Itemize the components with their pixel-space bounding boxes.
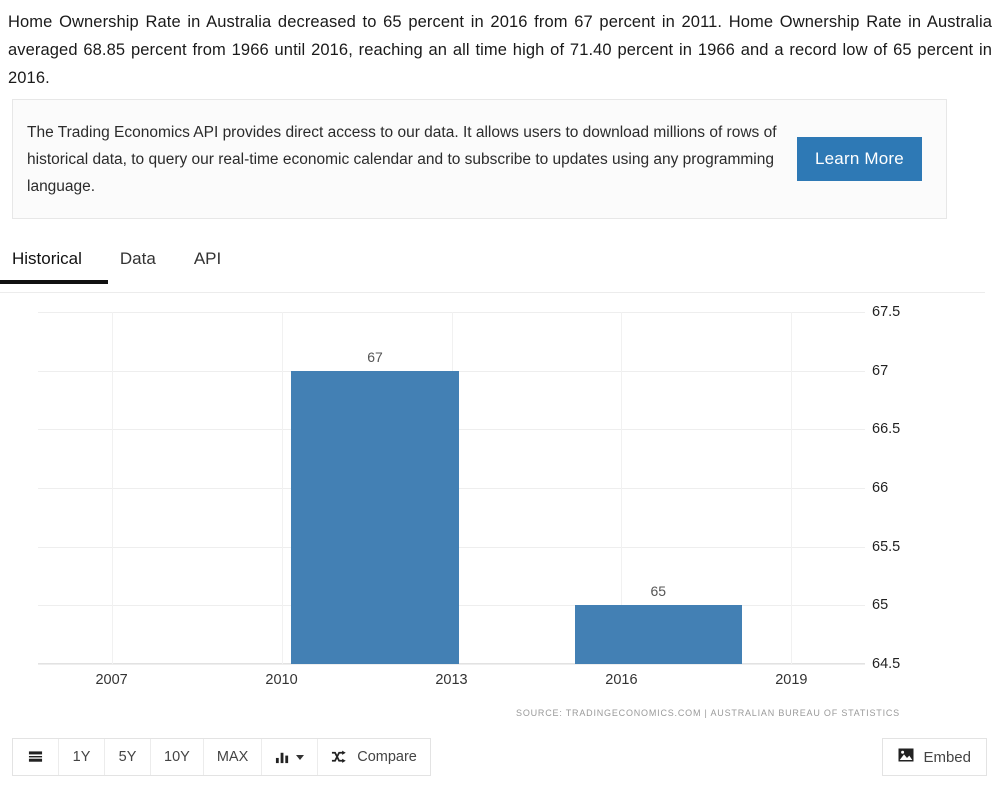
range-5y-button[interactable]: 5Y <box>105 739 151 775</box>
x-axis-tick-label: 2016 <box>605 672 638 688</box>
compare-button[interactable]: Compare <box>318 739 430 775</box>
compare-label: Compare <box>357 749 417 765</box>
range-max-button[interactable]: MAX <box>203 739 263 775</box>
chart-type-dropdown[interactable] <box>262 739 319 775</box>
image-icon <box>898 748 914 766</box>
bar-value-label: 67 <box>367 348 383 365</box>
y-axis-tick-label: 67.5 <box>872 304 901 320</box>
y-axis-tick-label: 65 <box>872 597 889 614</box>
bar-value-label: 65 <box>650 583 667 600</box>
y-axis-tick-label: 67 <box>872 362 889 379</box>
gridline-vertical <box>281 312 283 664</box>
gridline-horizontal <box>38 664 865 665</box>
intro-paragraph: Home Ownership Rate in Australia decreas… <box>8 13 992 87</box>
list-view-button[interactable] <box>13 739 59 775</box>
range-1y-button[interactable]: 1Y <box>59 739 105 775</box>
tab-bar: Historical Data API <box>0 243 985 293</box>
chevron-down-icon <box>296 754 305 760</box>
y-axis-tick-label: 64.5 <box>872 656 901 672</box>
x-axis-tick-label: 2010 <box>265 672 298 688</box>
embed-label: Embed <box>923 748 971 766</box>
api-promo-banner: The Trading Economics API provides direc… <box>12 99 947 219</box>
gridline-vertical <box>111 312 113 664</box>
tab-api[interactable]: API <box>192 243 235 283</box>
bar-chart-icon <box>275 750 290 764</box>
chart-source-note: SOURCE: TRADINGECONOMICS.COM | AUSTRALIA… <box>516 708 900 718</box>
y-axis-tick-label: 66.5 <box>872 421 901 438</box>
x-axis-tick-label: 2007 <box>95 672 128 688</box>
chart-bar[interactable] <box>574 605 742 664</box>
embed-button[interactable]: Embed <box>882 738 987 776</box>
x-axis-tick-label: 2019 <box>775 672 808 688</box>
learn-more-button[interactable]: Learn More <box>797 137 922 181</box>
y-axis-tick-label: 65.5 <box>872 538 901 555</box>
api-promo-text: The Trading Economics API provides direc… <box>27 123 777 195</box>
x-axis-tick-label: 2013 <box>435 672 468 688</box>
range-10y-button[interactable]: 10Y <box>151 739 204 775</box>
chart-plot-area[interactable]: 67 65 <box>38 312 865 665</box>
chart-toolbar: 1Y 5Y 10Y MAX Compare <box>12 738 431 776</box>
list-icon <box>28 750 43 765</box>
gridline-vertical <box>791 312 793 664</box>
chart-container[interactable]: 67 65 SOURCE: TRADINGECONOMICS.COM | AUST… <box>0 300 1000 730</box>
chart-bar[interactable] <box>291 370 459 664</box>
shuffle-icon <box>331 750 348 764</box>
tab-historical[interactable]: Historical <box>0 243 108 284</box>
tab-data[interactable]: Data <box>118 243 170 283</box>
y-axis-tick-label: 66 <box>872 480 889 496</box>
